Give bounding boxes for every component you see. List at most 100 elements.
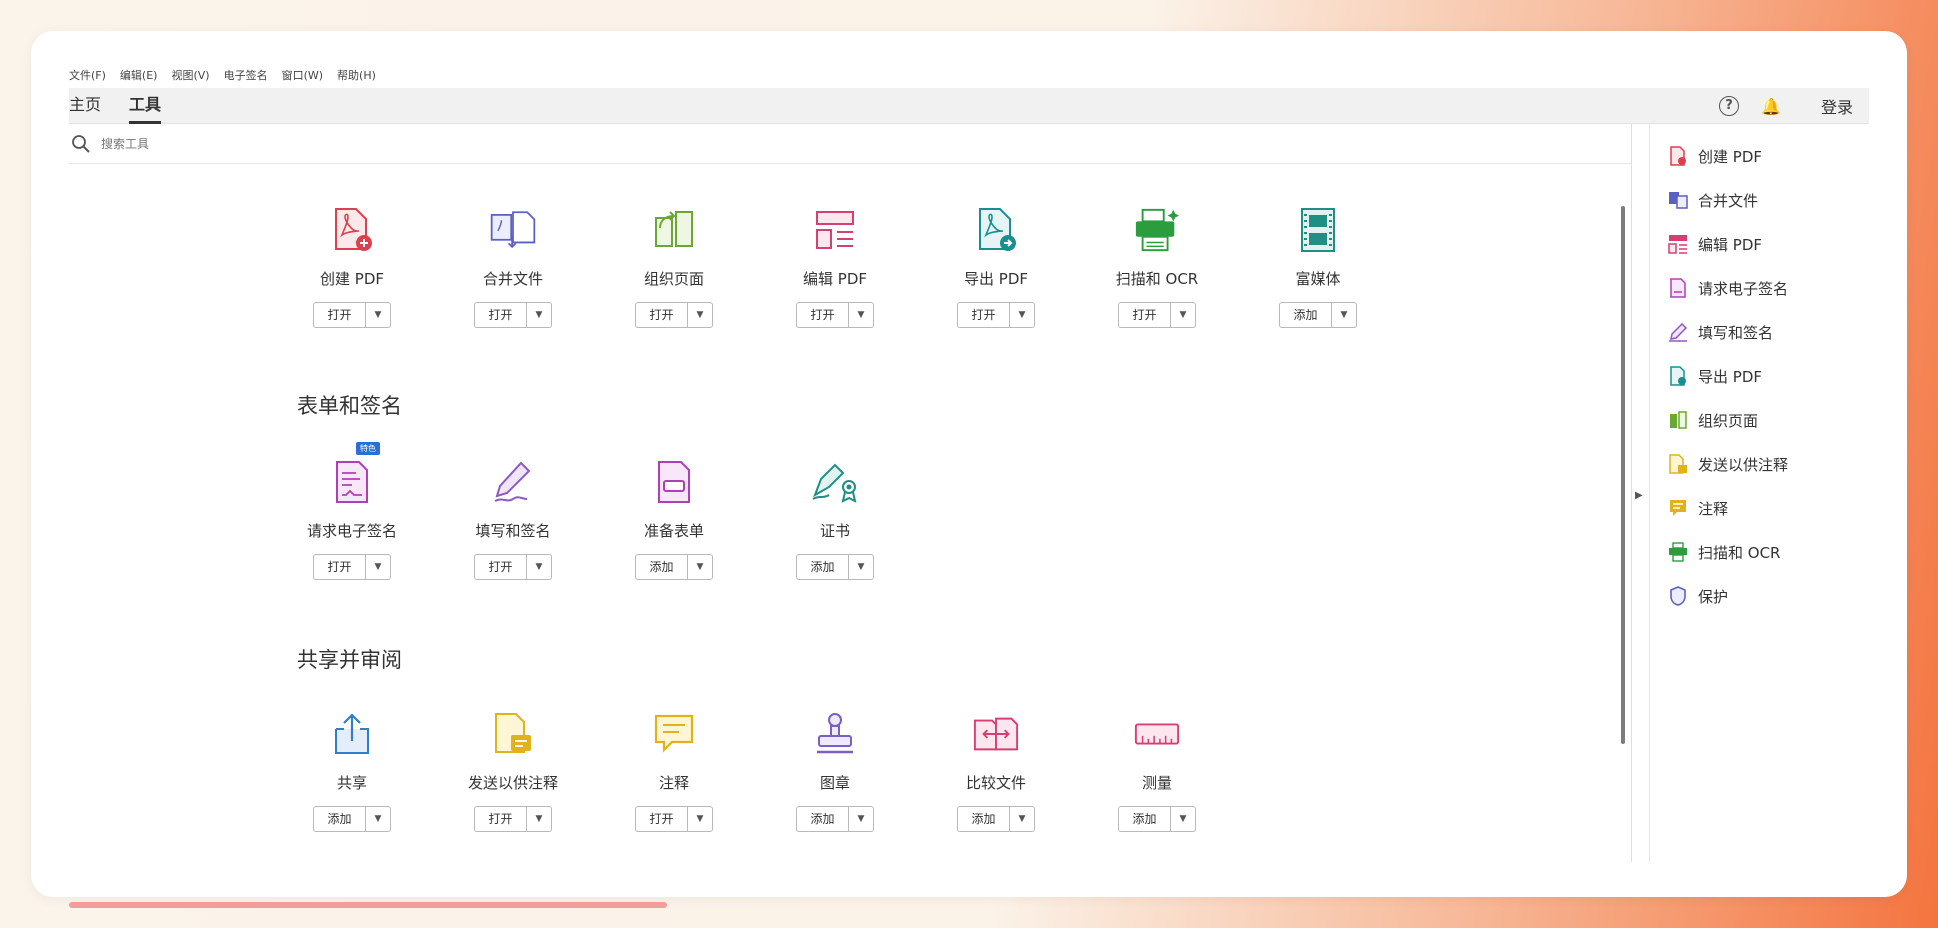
panel-divider <box>1631 124 1632 862</box>
chevron-down-icon[interactable]: ▼ <box>1010 303 1034 327</box>
bell-icon[interactable]: 🔔 <box>1761 97 1781 116</box>
rpanel-item-request-esign[interactable]: 请求电子签名 <box>1668 273 1788 303</box>
tool-open-control[interactable]: 打开 ▼ <box>1118 302 1196 328</box>
tool-name: 导出 PDF <box>964 270 1028 288</box>
tool-add-control[interactable]: 添加 ▼ <box>796 554 874 580</box>
chevron-down-icon[interactable]: ▼ <box>688 807 712 831</box>
tool-action-button[interactable]: 添加 <box>797 807 849 831</box>
tool-scan-ocr[interactable]: 扫描和 OCR 打开 ▼ <box>1077 206 1237 328</box>
chevron-down-icon[interactable]: ▼ <box>688 303 712 327</box>
chevron-down-icon[interactable]: ▼ <box>527 303 551 327</box>
tool-action-button[interactable]: 打开 <box>797 303 849 327</box>
tool-add-control[interactable]: 添加 ▼ <box>635 554 713 580</box>
tool-action-button[interactable]: 打开 <box>314 555 366 579</box>
send-comment-icon <box>489 710 537 758</box>
vertical-scrollbar[interactable] <box>1621 206 1625 744</box>
tool-add-control[interactable]: 添加 ▼ <box>313 806 391 832</box>
export-pdf-icon <box>972 206 1020 254</box>
tool-open-control[interactable]: 打开 ▼ <box>313 554 391 580</box>
tool-compare-files[interactable]: 比较文件 添加 ▼ <box>916 710 1076 832</box>
tool-add-control[interactable]: 添加 ▼ <box>957 806 1035 832</box>
tool-prepare-form[interactable]: 准备表单 添加 ▼ <box>594 458 754 580</box>
tab-tools[interactable]: 工具 <box>129 88 162 124</box>
tool-open-control[interactable]: 打开 ▼ <box>313 302 391 328</box>
combine-files-icon <box>1668 190 1688 210</box>
menu-file[interactable]: 文件(F) <box>69 67 106 83</box>
tool-action-button[interactable]: 打开 <box>636 807 688 831</box>
tool-action-button[interactable]: 添加 <box>958 807 1010 831</box>
tool-fill-sign[interactable]: 填写和签名 打开 ▼ <box>433 458 593 580</box>
tool-certificate[interactable]: 证书 添加 ▼ <box>755 458 915 580</box>
menu-edit[interactable]: 编辑(E) <box>120 67 158 83</box>
chevron-down-icon[interactable]: ▼ <box>1171 303 1195 327</box>
tool-measure[interactable]: 测量 添加 ▼ <box>1077 710 1237 832</box>
chevron-down-icon[interactable]: ▼ <box>1171 807 1195 831</box>
tool-open-control[interactable]: 打开 ▼ <box>957 302 1035 328</box>
menu-help[interactable]: 帮助(H) <box>337 67 376 83</box>
tool-action-button[interactable]: 打开 <box>314 303 366 327</box>
tool-action-button[interactable]: 添加 <box>1280 303 1332 327</box>
rpanel-item-organize-pages[interactable]: 组织页面 <box>1668 405 1758 435</box>
rpanel-item-protect[interactable]: 保护 <box>1668 581 1728 611</box>
chevron-down-icon[interactable]: ▼ <box>366 807 390 831</box>
rpanel-item-edit-pdf[interactable]: 编辑 PDF <box>1668 229 1762 259</box>
rpanel-item-create-pdf[interactable]: 创建 PDF <box>1668 141 1762 171</box>
tool-action-button[interactable]: 添加 <box>314 807 366 831</box>
tool-open-control[interactable]: 打开 ▼ <box>474 554 552 580</box>
tool-action-button[interactable]: 打开 <box>636 303 688 327</box>
tool-organize-pages[interactable]: 组织页面 打开 ▼ <box>594 206 754 328</box>
tool-action-button[interactable]: 打开 <box>475 807 527 831</box>
create-pdf-icon <box>1668 146 1688 166</box>
menu-window[interactable]: 窗口(W) <box>282 67 323 83</box>
tool-share[interactable]: 共享 添加 ▼ <box>272 710 432 832</box>
tab-home[interactable]: 主页 <box>69 88 101 124</box>
tool-action-button[interactable]: 添加 <box>797 555 849 579</box>
tool-rich-media[interactable]: 富媒体 添加 ▼ <box>1238 206 1398 328</box>
tool-add-control[interactable]: 添加 ▼ <box>796 806 874 832</box>
chevron-down-icon[interactable]: ▼ <box>1010 807 1034 831</box>
tool-action-button[interactable]: 打开 <box>475 303 527 327</box>
chevron-down-icon[interactable]: ▼ <box>1332 303 1356 327</box>
menu-view[interactable]: 视图(V) <box>171 67 209 83</box>
tool-request-esign[interactable]: 特色 请求电子签名 打开 ▼ <box>272 442 432 580</box>
rpanel-item-combine-files[interactable]: 合并文件 <box>1668 185 1758 215</box>
tool-open-control[interactable]: 打开 ▼ <box>635 806 713 832</box>
tool-action-button[interactable]: 打开 <box>475 555 527 579</box>
login-button[interactable]: 登录 <box>1821 94 1853 118</box>
tool-combine-files[interactable]: 合并文件 打开 ▼ <box>433 206 593 328</box>
menu-esign[interactable]: 电子签名 <box>224 67 268 83</box>
tool-open-control[interactable]: 打开 ▼ <box>474 806 552 832</box>
tool-add-control[interactable]: 添加 ▼ <box>1118 806 1196 832</box>
tool-action-button[interactable]: 添加 <box>636 555 688 579</box>
tool-create-pdf[interactable]: 创建 PDF 打开 ▼ <box>272 206 432 328</box>
tool-stamp[interactable]: 图章 添加 ▼ <box>755 710 915 832</box>
collapse-panel-icon[interactable]: ▶ <box>1635 490 1643 501</box>
tool-open-control[interactable]: 打开 ▼ <box>635 302 713 328</box>
rpanel-item-scan-ocr[interactable]: 扫描和 OCR <box>1668 537 1780 567</box>
chevron-down-icon[interactable]: ▼ <box>849 303 873 327</box>
tool-send-for-comment[interactable]: 发送以供注释 打开 ▼ <box>433 710 593 832</box>
tool-open-control[interactable]: 打开 ▼ <box>796 302 874 328</box>
search-input[interactable] <box>101 136 401 151</box>
help-icon[interactable]: ? <box>1719 96 1740 116</box>
rpanel-item-export-pdf[interactable]: 导出 PDF <box>1668 361 1762 391</box>
chevron-down-icon[interactable]: ▼ <box>849 807 873 831</box>
chevron-down-icon[interactable]: ▼ <box>366 303 390 327</box>
tool-edit-pdf[interactable]: 编辑 PDF 打开 ▼ <box>755 206 915 328</box>
tool-add-control[interactable]: 添加 ▼ <box>1279 302 1357 328</box>
tool-action-button[interactable]: 打开 <box>958 303 1010 327</box>
tool-open-control[interactable]: 打开 ▼ <box>474 302 552 328</box>
rpanel-item-comment[interactable]: 注释 <box>1668 493 1728 523</box>
chevron-down-icon[interactable]: ▼ <box>688 555 712 579</box>
chevron-down-icon[interactable]: ▼ <box>527 807 551 831</box>
tool-action-button[interactable]: 添加 <box>1119 807 1171 831</box>
tool-name: 证书 <box>819 522 850 540</box>
tool-action-button[interactable]: 打开 <box>1119 303 1171 327</box>
chevron-down-icon[interactable]: ▼ <box>527 555 551 579</box>
chevron-down-icon[interactable]: ▼ <box>849 555 873 579</box>
chevron-down-icon[interactable]: ▼ <box>366 555 390 579</box>
rpanel-item-fill-sign[interactable]: 填写和签名 <box>1668 317 1773 347</box>
tool-export-pdf[interactable]: 导出 PDF 打开 ▼ <box>916 206 1076 328</box>
tool-comment[interactable]: 注释 打开 ▼ <box>594 710 754 832</box>
rpanel-item-send-comment[interactable]: 发送以供注释 <box>1668 449 1788 479</box>
